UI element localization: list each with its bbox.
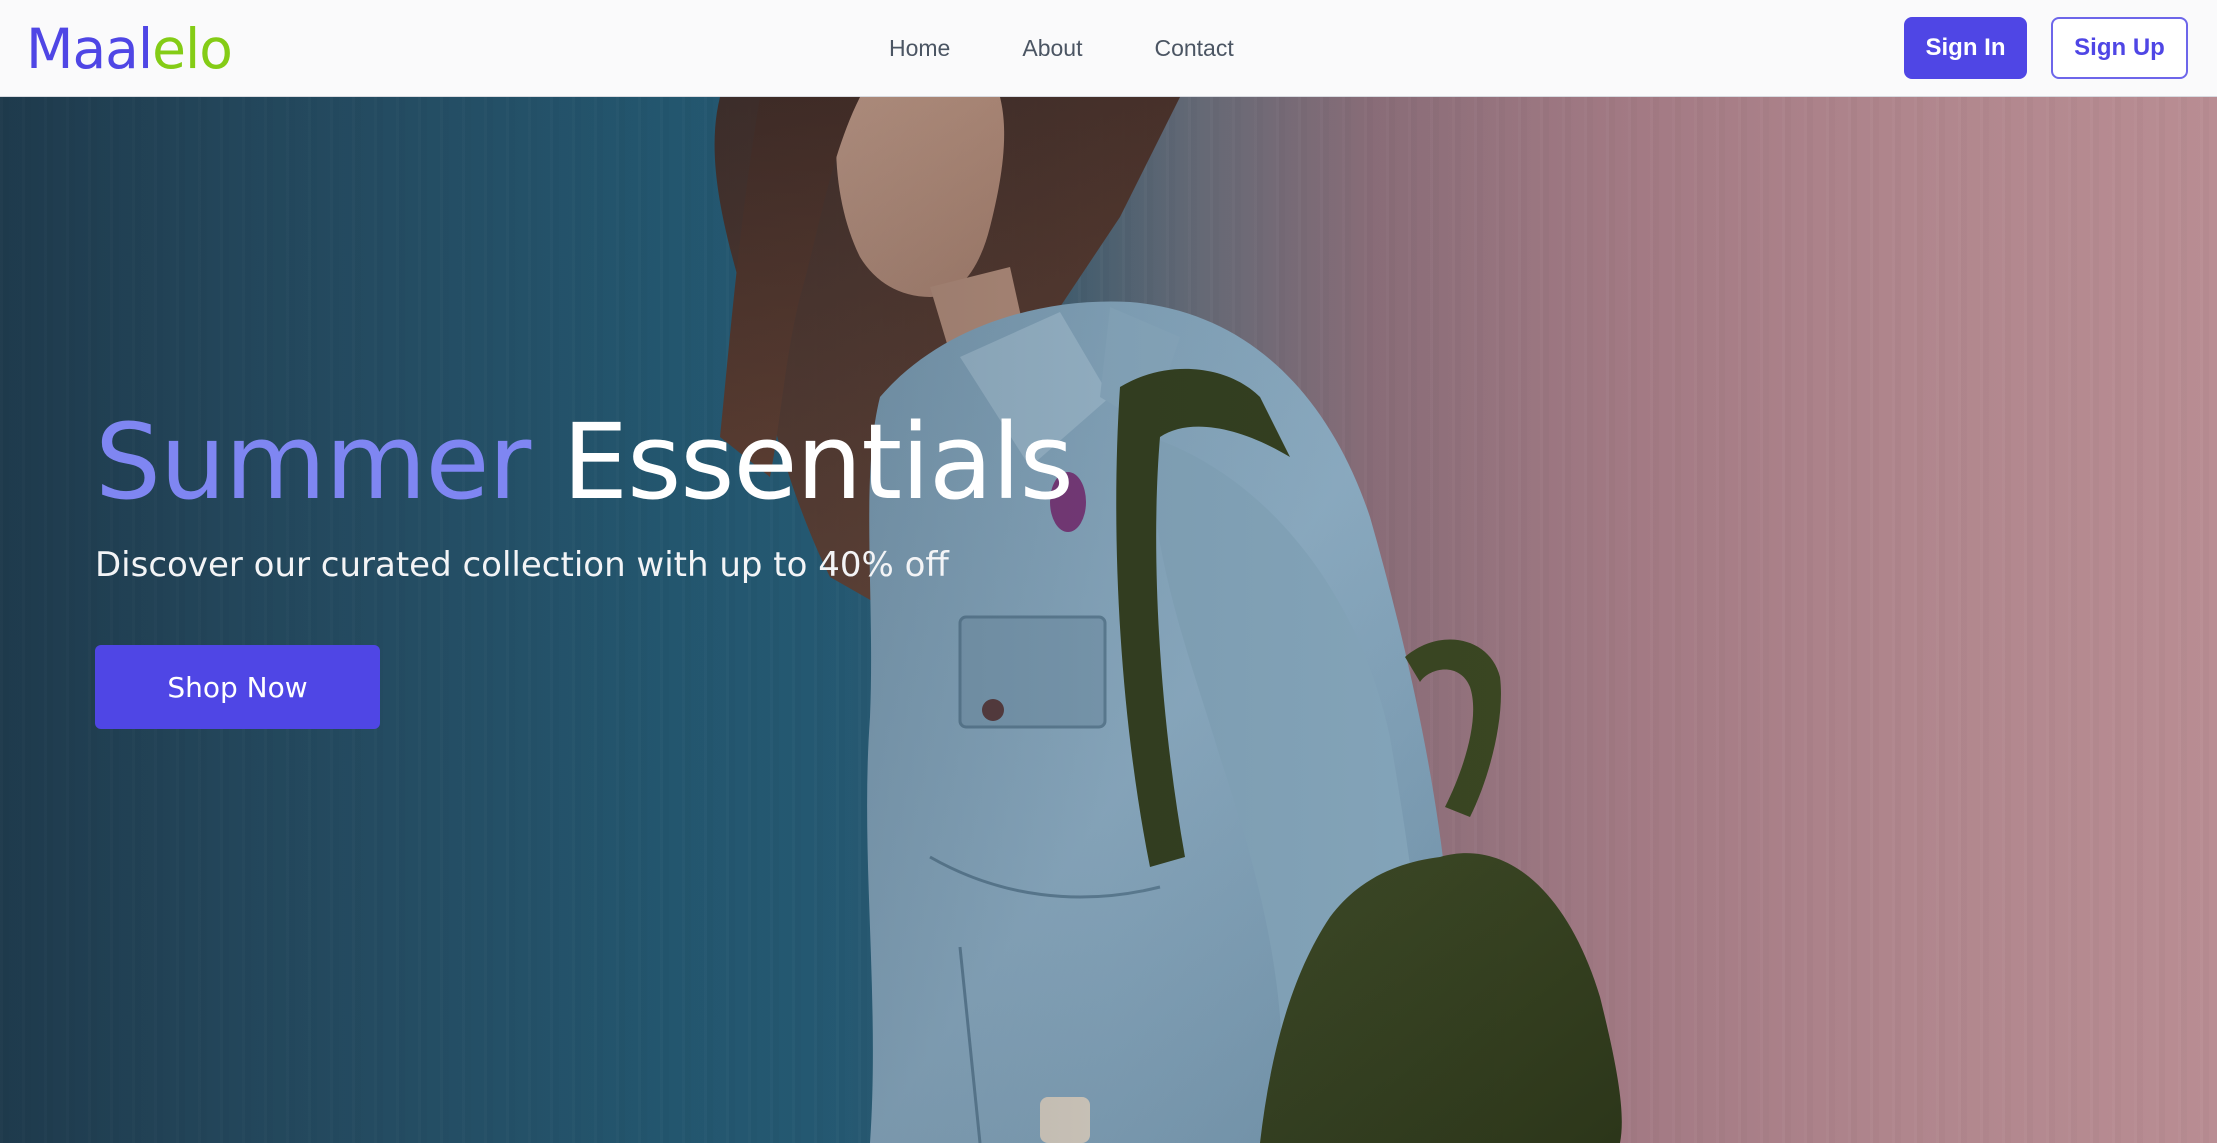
nav-link-home[interactable]: Home	[889, 0, 950, 97]
brand-logo[interactable]: Maalelo	[26, 14, 233, 84]
logo-part-secondary: elo	[152, 17, 233, 81]
navbar: Maalelo Home About Contact Sign In Sign …	[0, 0, 2217, 97]
hero-overlay	[0, 97, 2217, 1143]
hero-title: Summer Essentials	[95, 401, 1074, 523]
nav-link-contact[interactable]: Contact	[1154, 0, 1233, 97]
sign-in-button[interactable]: Sign In	[1904, 17, 2027, 79]
hero-banner: Summer Essentials Discover our curated c…	[0, 97, 2217, 1143]
main-nav: Home About Contact	[889, 0, 1234, 97]
hero-title-accent: Summer	[95, 401, 531, 523]
sign-up-button[interactable]: Sign Up	[2051, 17, 2188, 79]
hero-title-main: Essentials	[562, 401, 1073, 523]
nav-link-about[interactable]: About	[1022, 0, 1082, 97]
shop-now-button[interactable]: Shop Now	[95, 645, 380, 729]
hero-subtitle: Discover our curated collection with up …	[95, 545, 949, 585]
logo-part-primary: Maal	[26, 17, 153, 81]
